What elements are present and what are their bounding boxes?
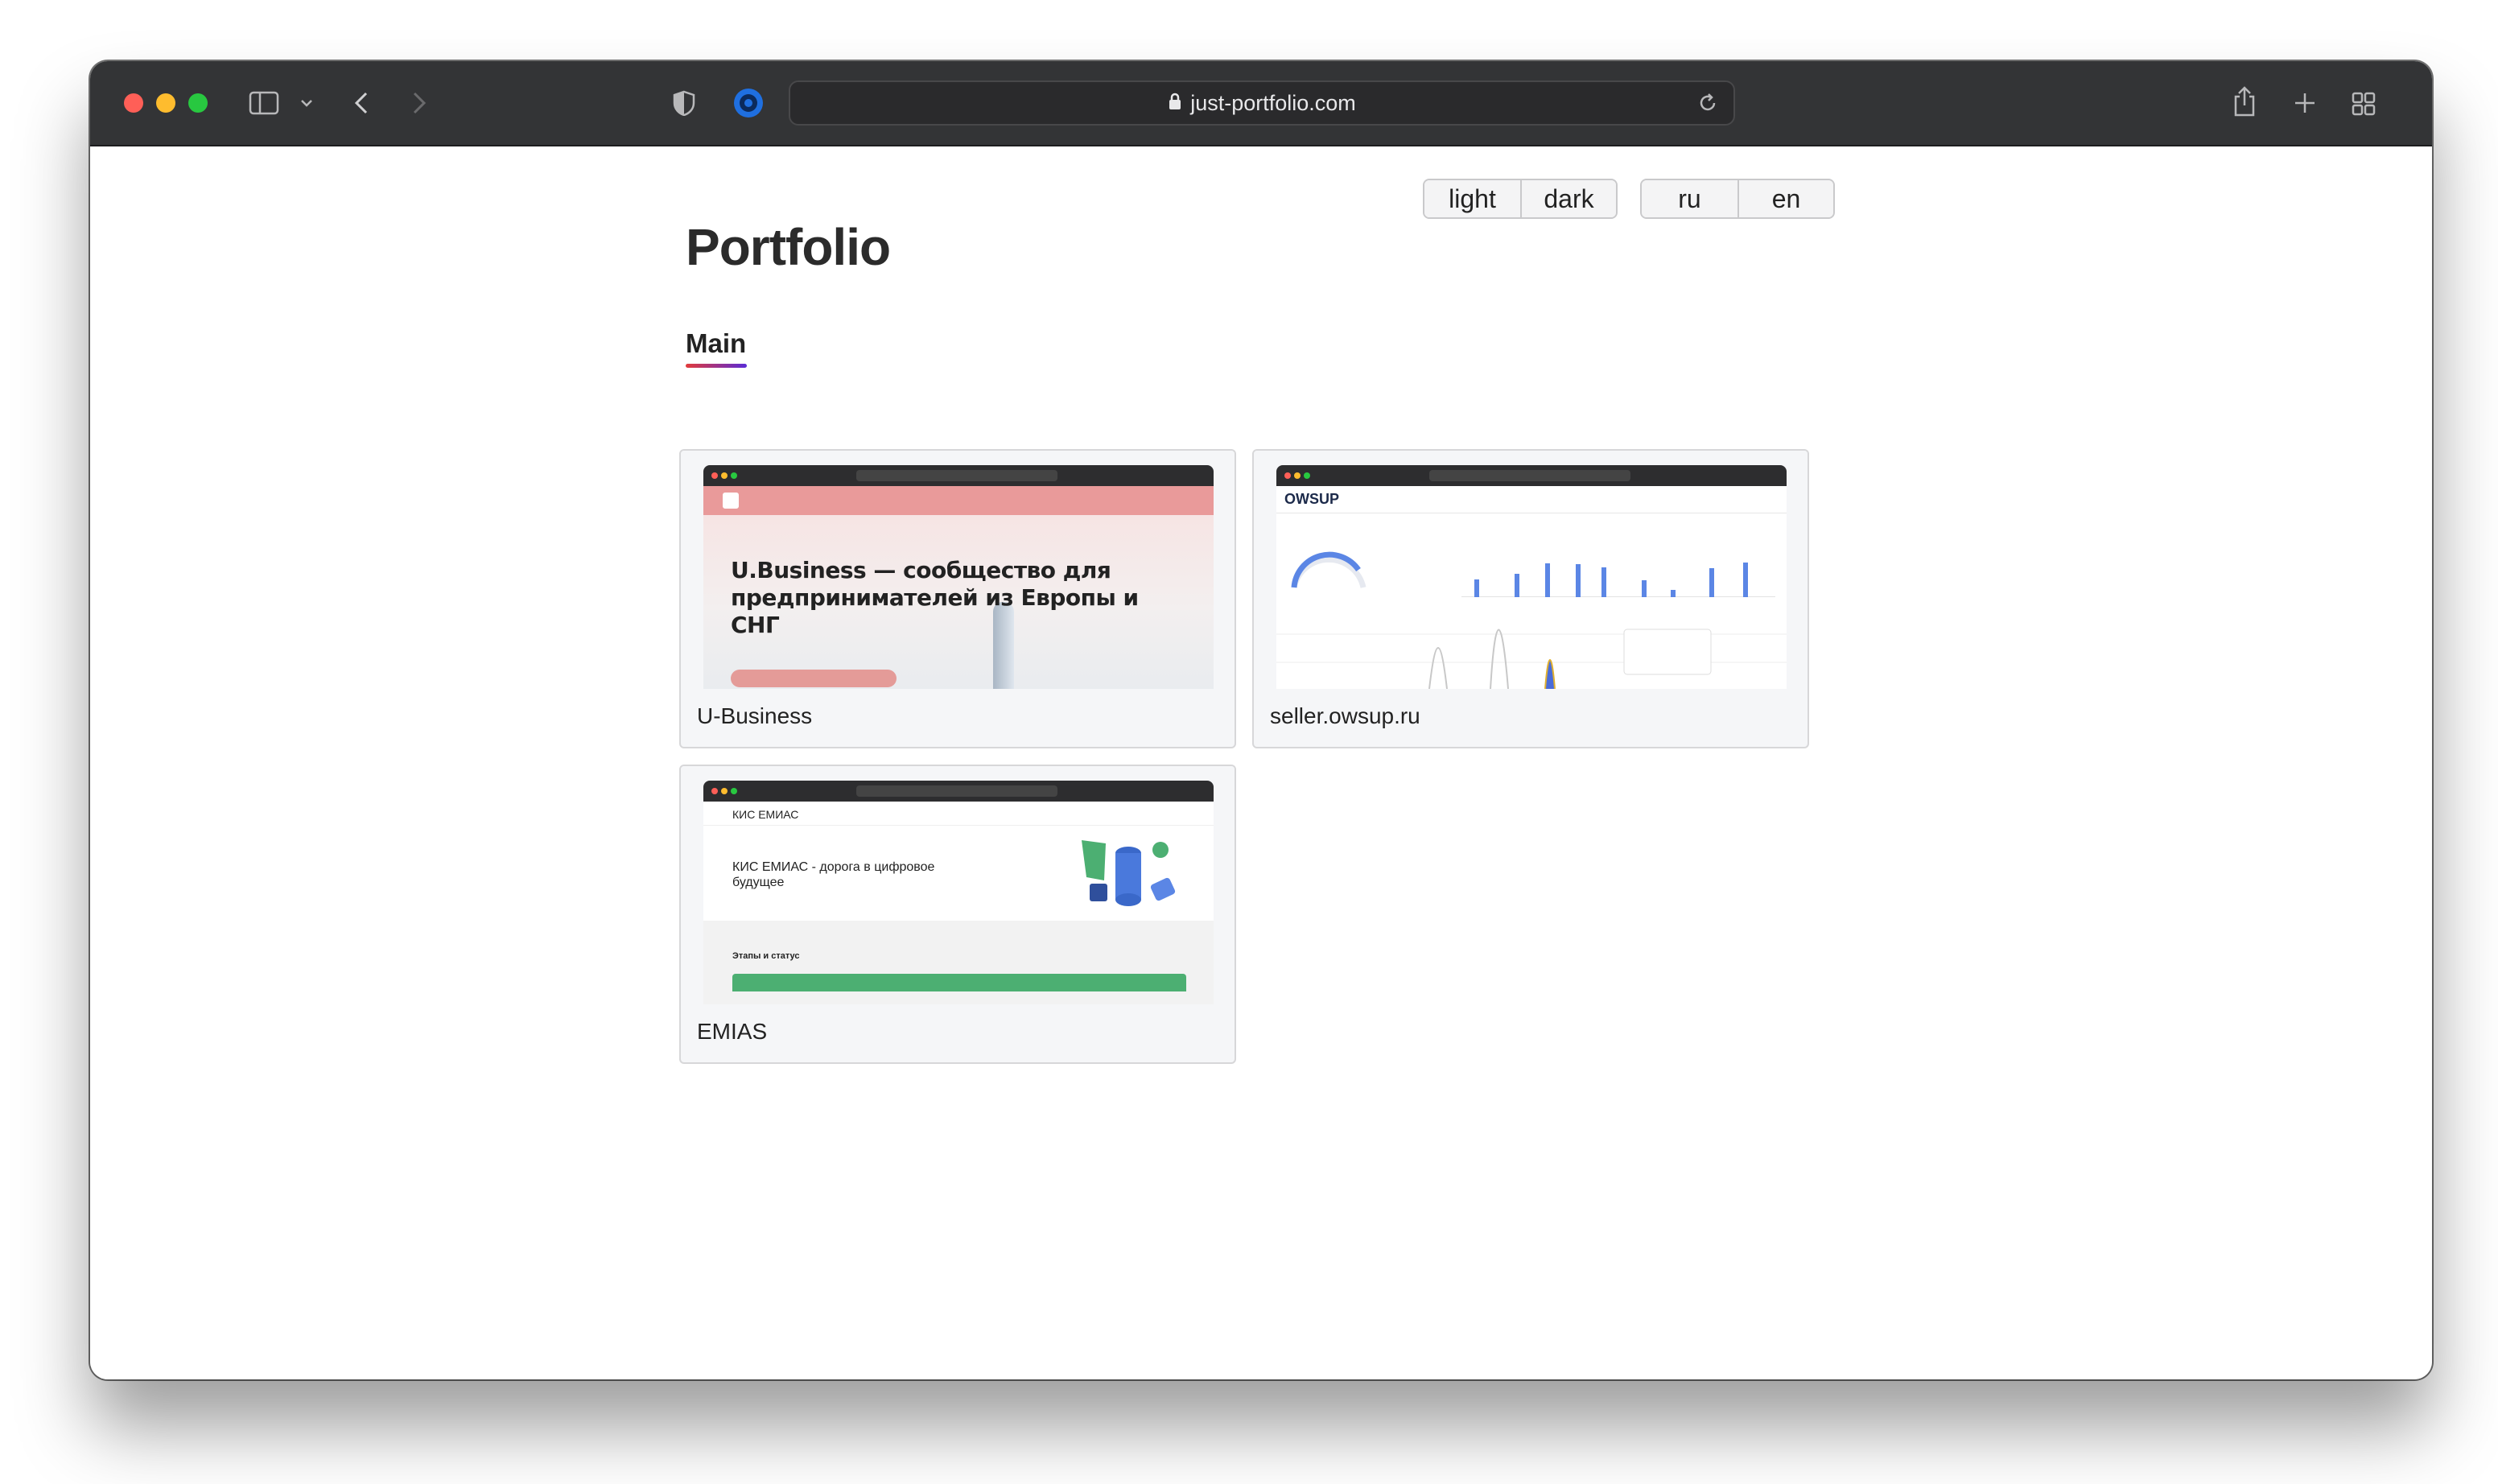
lang-ru-button[interactable]: ru <box>1642 180 1737 217</box>
forward-icon[interactable] <box>409 89 430 117</box>
project-card-owsup[interactable]: OWSUP seller.owsup.ru <box>1252 449 1809 748</box>
back-icon[interactable] <box>351 89 372 117</box>
close-window-button[interactable] <box>124 93 143 113</box>
project-title: U-Business <box>697 703 813 728</box>
preview-bar <box>1515 574 1519 597</box>
preview-bar <box>1642 580 1647 597</box>
new-tab-icon[interactable] <box>2292 90 2318 116</box>
lock-icon <box>1168 91 1182 116</box>
minimize-window-button[interactable] <box>156 93 175 113</box>
preview-bar <box>1576 564 1581 597</box>
sidebar-toggle-icon[interactable] <box>248 90 280 116</box>
tab-overview-icon[interactable] <box>2350 90 2377 117</box>
extension-icon[interactable] <box>731 85 766 121</box>
preview-headline: U.Business — сообщество для предпринимат… <box>731 557 1139 638</box>
project-preview: U.Business — сообщество для предпринимат… <box>681 451 1235 689</box>
browser-window: just-portfolio.com light dark ru en Port… <box>90 61 2432 1379</box>
preview-logo: КИС ЕМИАС <box>732 808 799 821</box>
preview-window: КИС ЕМИАС КИС ЕМИАС - дорога в цифровое … <box>703 781 1214 1004</box>
project-title: EMIAS <box>697 1019 768 1044</box>
preview-title: КИС ЕМИАС - дорога в цифровое будущее <box>732 860 935 889</box>
project-preview: OWSUP <box>1254 451 1808 689</box>
preview-bar <box>1671 590 1676 597</box>
preview-bar <box>1545 563 1550 597</box>
section-title: Main <box>686 328 747 358</box>
address-bar[interactable]: just-portfolio.com <box>789 80 1735 126</box>
page-content: light dark ru en Portfolio Main U.Busine… <box>90 146 2432 1379</box>
desktop-background: just-portfolio.com light dark ru en Port… <box>0 0 2498 1484</box>
url-text: just-portfolio.com <box>1190 90 1356 115</box>
zoom-window-button[interactable] <box>188 93 208 113</box>
preview-bar <box>1709 568 1714 597</box>
lang-en-button[interactable]: en <box>1737 180 1833 217</box>
theme-light-button[interactable]: light <box>1424 180 1520 217</box>
theme-dark-button[interactable]: dark <box>1519 180 1616 217</box>
reload-icon[interactable] <box>1696 92 1719 120</box>
preview-bar <box>1601 567 1606 597</box>
preview-section-title: Этапы и статус <box>732 951 800 961</box>
section-underline <box>686 364 747 368</box>
privacy-shield-icon[interactable] <box>671 89 697 117</box>
language-switch: ru en <box>1640 179 1835 219</box>
project-title: seller.owsup.ru <box>1270 703 1420 728</box>
project-preview: КИС ЕМИАС КИС ЕМИАС - дорога в цифровое … <box>681 766 1235 1004</box>
project-card-u-business[interactable]: U.Business — сообщество для предпринимат… <box>679 449 1236 748</box>
preview-window: OWSUP <box>1276 465 1787 689</box>
preview-window: U.Business — сообщество для предпринимат… <box>703 465 1214 689</box>
chevron-down-icon[interactable] <box>298 95 315 111</box>
preview-bar <box>1474 579 1479 597</box>
share-icon[interactable] <box>2231 84 2258 119</box>
browser-toolbar: just-portfolio.com <box>90 61 2432 146</box>
page-title: Portfolio <box>686 218 891 276</box>
preview-logo: OWSUP <box>1284 491 1340 507</box>
project-card-emias[interactable]: КИС ЕМИАС КИС ЕМИАС - дорога в цифровое … <box>679 765 1236 1064</box>
theme-switch: light dark <box>1423 179 1618 219</box>
preview-bar <box>1743 563 1748 597</box>
